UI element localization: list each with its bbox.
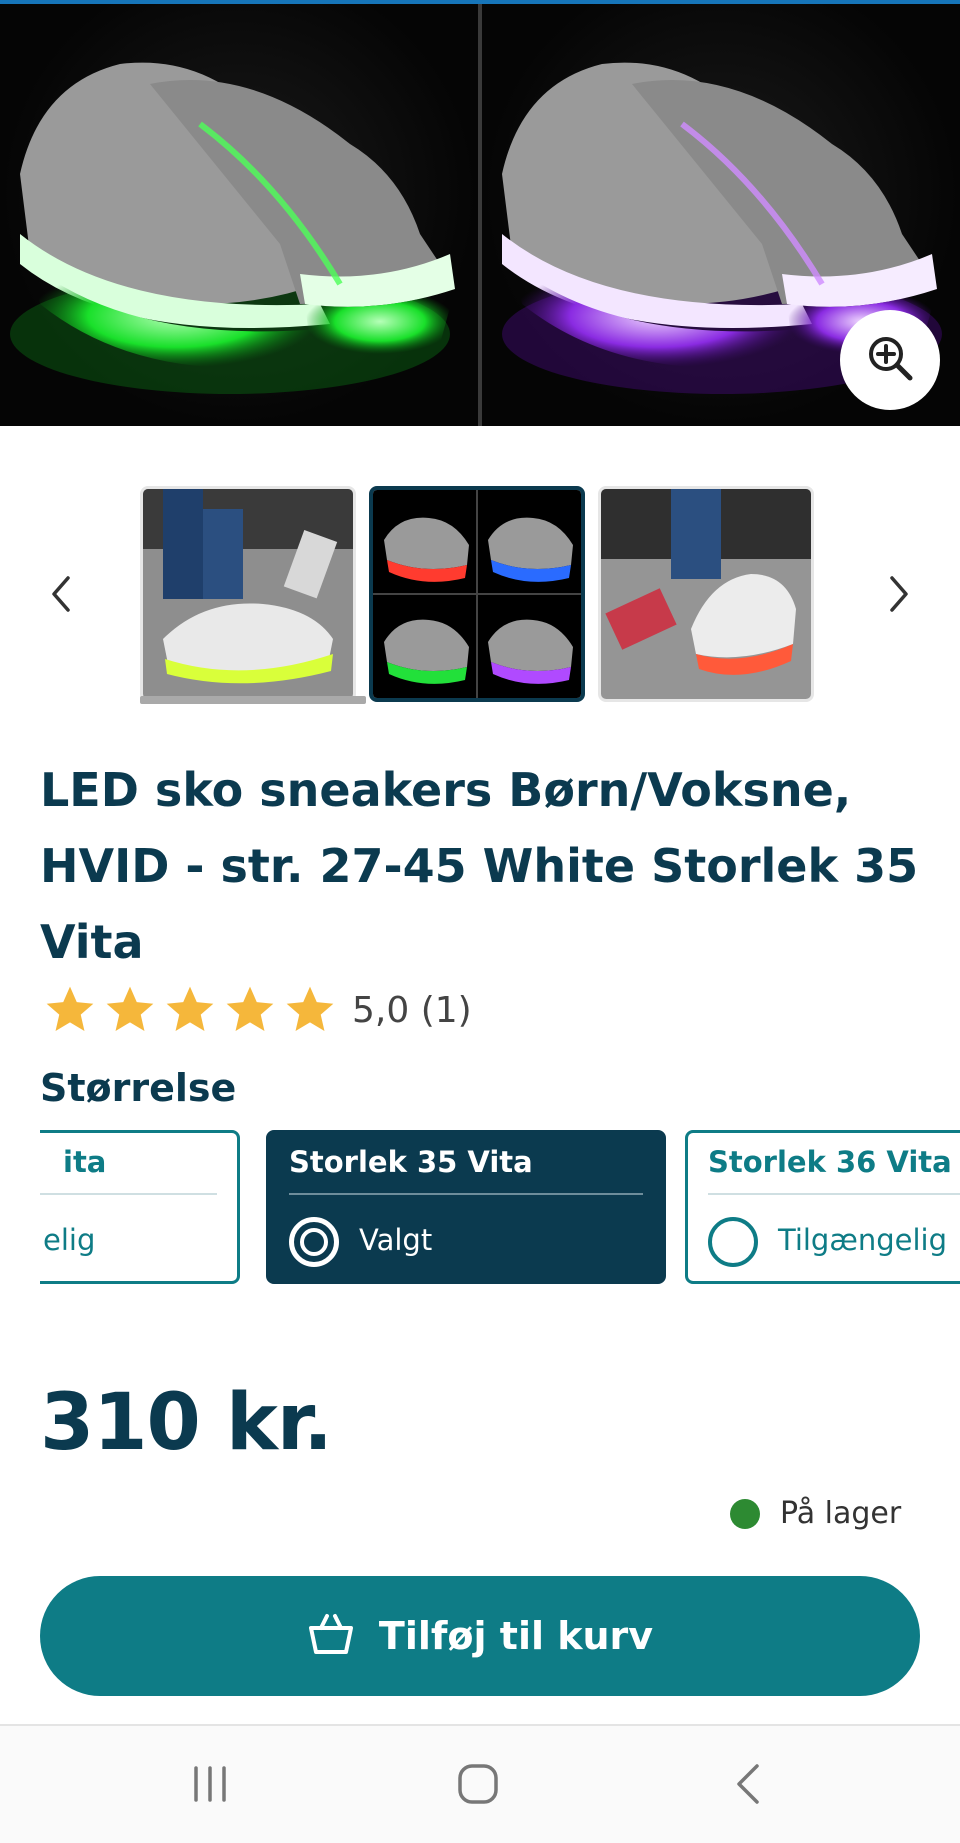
back-button[interactable] bbox=[708, 1756, 788, 1816]
product-rating[interactable]: 5,0 (1) bbox=[40, 980, 472, 1040]
size-option-divider bbox=[40, 1193, 217, 1195]
thumbnail-carousel bbox=[0, 486, 960, 708]
carousel-next-button[interactable] bbox=[870, 566, 930, 626]
add-to-cart-button[interactable]: Tilføj til kurv bbox=[40, 1576, 920, 1696]
size-option-name: ita bbox=[63, 1145, 107, 1179]
carousel-prev-button[interactable] bbox=[30, 566, 90, 626]
size-option-previous[interactable]: ita elig bbox=[40, 1130, 240, 1284]
star-icon bbox=[166, 986, 214, 1031]
size-option-divider bbox=[289, 1193, 643, 1195]
thumbnail-scroll-indicator bbox=[140, 696, 366, 704]
back-icon bbox=[733, 1762, 763, 1810]
radio-unselected-icon bbox=[708, 1217, 758, 1267]
chevron-left-icon bbox=[46, 572, 74, 620]
size-option-name: Storlek 36 Vita bbox=[708, 1145, 952, 1179]
shoe-green-glow-image bbox=[0, 4, 478, 426]
recents-button[interactable] bbox=[170, 1756, 250, 1816]
star-icon bbox=[106, 986, 154, 1031]
size-options: ita elig Storlek 35 Vita Valgt Storlek 3… bbox=[40, 1130, 960, 1286]
thumbnail-2[interactable] bbox=[369, 486, 585, 702]
size-option-divider bbox=[708, 1193, 960, 1195]
star-icon bbox=[286, 986, 334, 1031]
product-price: 310 kr. bbox=[40, 1378, 333, 1468]
product-title: LED sko sneakers Børn/Voksne, HVID - str… bbox=[40, 763, 919, 969]
chevron-right-icon bbox=[886, 572, 914, 620]
size-option-next[interactable]: Storlek 36 Vita Tilgængelig bbox=[685, 1130, 960, 1284]
home-button[interactable] bbox=[438, 1756, 518, 1816]
stock-text: På lager bbox=[780, 1496, 902, 1531]
size-option-status: Valgt bbox=[359, 1223, 433, 1257]
recents-icon bbox=[188, 1764, 232, 1808]
stock-dot-icon bbox=[730, 1498, 760, 1529]
star-icon bbox=[226, 986, 274, 1031]
thumbnail-3[interactable] bbox=[598, 486, 814, 702]
size-option-status: elig bbox=[43, 1223, 96, 1257]
zoom-in-icon bbox=[864, 332, 916, 388]
rating-text: 5,0 (1) bbox=[352, 989, 472, 1031]
radio-selected-icon bbox=[289, 1217, 339, 1267]
star-icon bbox=[46, 986, 94, 1031]
zoom-button[interactable] bbox=[840, 310, 940, 410]
stock-status: På lager bbox=[730, 1496, 901, 1531]
product-main-image[interactable] bbox=[0, 4, 960, 426]
size-option-name: Storlek 35 Vita bbox=[289, 1145, 533, 1179]
basket-icon bbox=[307, 1612, 355, 1660]
home-icon bbox=[456, 1762, 500, 1810]
system-navigation-bar bbox=[0, 1726, 960, 1843]
size-option-status: Tilgængelig bbox=[778, 1223, 947, 1257]
size-label: Størrelse bbox=[40, 1066, 237, 1110]
add-to-cart-label: Tilføj til kurv bbox=[378, 1614, 654, 1658]
thumbnail-1[interactable] bbox=[140, 486, 356, 702]
size-option-selected[interactable]: Storlek 35 Vita Valgt bbox=[266, 1130, 666, 1284]
